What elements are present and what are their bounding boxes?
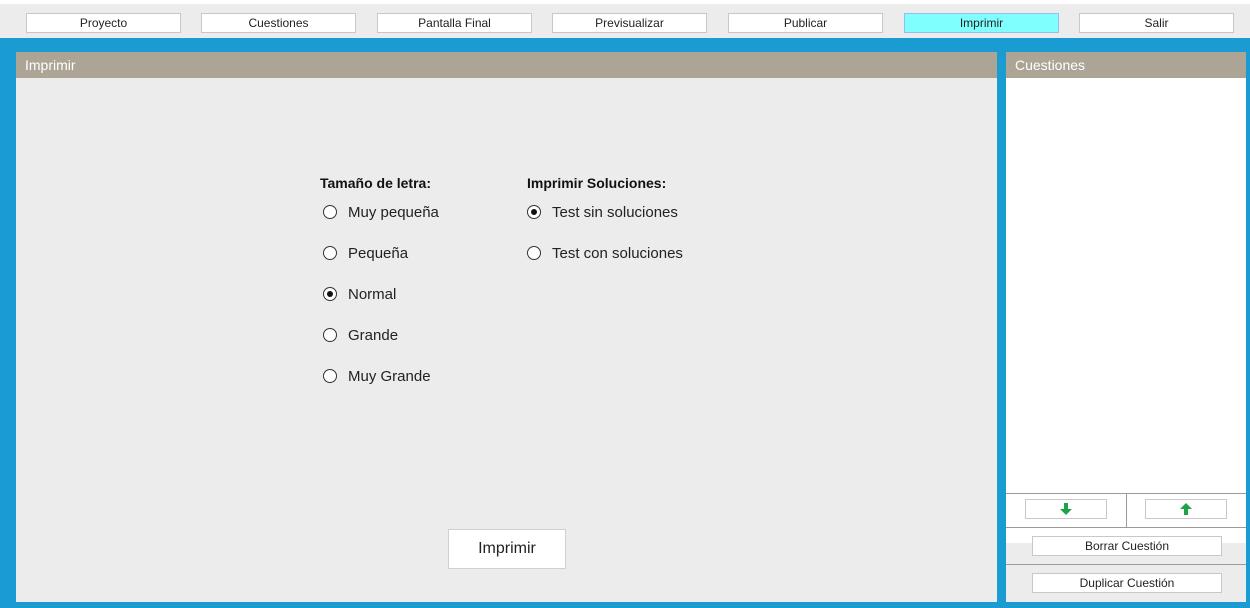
tab-pantalla-final[interactable]: Pantalla Final	[377, 13, 532, 33]
radio-circle-icon	[527, 246, 541, 260]
top-toolbar: Proyecto Cuestiones Pantalla Final Previ…	[0, 0, 1250, 38]
move-up-button[interactable]	[1145, 499, 1227, 519]
radio-test-con-soluciones[interactable]: Test con soluciones	[527, 243, 683, 263]
arrow-up-icon	[1180, 503, 1192, 515]
radio-circle-icon	[323, 328, 337, 342]
radio-circle-icon	[323, 205, 337, 219]
divider	[1006, 527, 1246, 528]
radio-label: Muy Grande	[348, 367, 431, 385]
print-panel: Imprimir Tamaño de letra: Muy pequeña Pe…	[16, 52, 997, 602]
tab-proyecto[interactable]: Proyecto	[26, 13, 181, 33]
radio-muy-grande[interactable]: Muy Grande	[323, 366, 431, 386]
radio-circle-icon	[323, 246, 337, 260]
arrow-down-icon	[1060, 503, 1072, 515]
delete-question-button[interactable]: Borrar Cuestión	[1032, 536, 1222, 556]
radio-test-sin-soluciones[interactable]: Test sin soluciones	[527, 202, 678, 222]
radio-selected-icon	[527, 205, 541, 219]
radio-normal[interactable]: Normal	[323, 284, 396, 304]
radio-label: Normal	[348, 285, 397, 303]
radio-selected-icon	[323, 287, 337, 301]
tab-publicar[interactable]: Publicar	[728, 13, 883, 33]
radio-label: Pequeña	[348, 244, 409, 262]
radio-circle-icon	[323, 369, 337, 383]
duplicate-question-button[interactable]: Duplicar Cuestión	[1032, 573, 1222, 593]
divider	[1006, 564, 1246, 565]
font-size-group-title: Tamaño de letra:	[320, 175, 431, 191]
questions-list[interactable]	[1006, 78, 1246, 543]
radio-muy-pequena[interactable]: Muy pequeña	[323, 202, 439, 222]
radio-grande[interactable]: Grande	[323, 325, 398, 345]
radio-label: Grande	[348, 326, 399, 344]
questions-panel: Cuestiones Borrar Cuestión Duplicar Cues…	[1006, 52, 1246, 602]
print-panel-title: Imprimir	[16, 52, 997, 78]
tab-previsualizar[interactable]: Previsualizar	[552, 13, 707, 33]
radio-label: Test sin soluciones	[552, 203, 678, 221]
move-down-button[interactable]	[1025, 499, 1107, 519]
print-button[interactable]: Imprimir	[448, 529, 566, 569]
radio-pequena[interactable]: Pequeña	[323, 243, 408, 263]
divider	[1126, 493, 1127, 527]
questions-panel-title: Cuestiones	[1006, 52, 1246, 78]
solutions-group-title: Imprimir Soluciones:	[527, 175, 667, 191]
radio-label: Test con soluciones	[552, 244, 683, 262]
radio-label: Muy pequeña	[348, 203, 439, 221]
tab-salir[interactable]: Salir	[1079, 13, 1234, 33]
tab-cuestiones[interactable]: Cuestiones	[201, 13, 356, 33]
tab-imprimir[interactable]: Imprimir	[904, 13, 1059, 33]
